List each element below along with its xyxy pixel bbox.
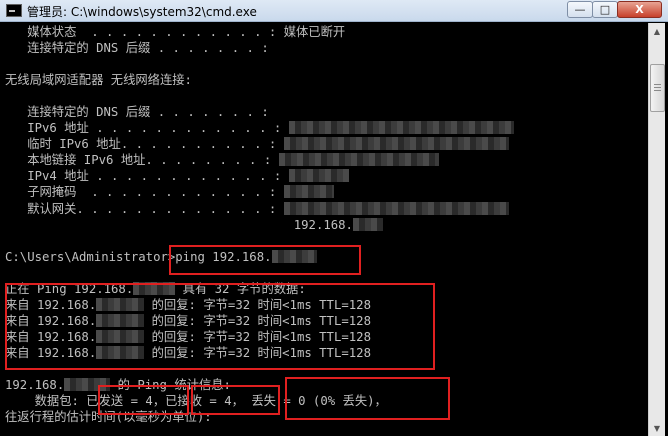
console-line: 192.168. — [5, 217, 645, 233]
console-line-text: 默认网关. . . . . . . . . . . . . : — [5, 201, 284, 216]
console-line-text: IPv4 地址 . . . . . . . . . . . . : — [5, 169, 289, 184]
console-output[interactable]: 媒体状态 . . . . . . . . . . . . : 媒体已断开 连接特… — [5, 24, 645, 436]
redacted-value — [352, 217, 383, 231]
window-title: 管理员: C:\windows\system32\cmd.exe — [27, 5, 257, 19]
redacted-value — [288, 169, 349, 183]
cmd-icon[interactable] — [6, 4, 22, 17]
scroll-up-icon[interactable]: ▲ — [649, 23, 665, 39]
console-line: 子网掩码 . . . . . . . . . . . . : — [5, 184, 645, 200]
scroll-thumb[interactable] — [650, 64, 665, 112]
scroll-down-icon[interactable]: ▼ — [649, 420, 665, 436]
highlight-packet-loss — [285, 377, 450, 420]
console-line-text: 本地链接 IPv6 地址. . . . . . . . : — [5, 153, 279, 168]
redacted-value — [283, 185, 334, 199]
console-line: 无线局域网适配器 无线网络连接: — [5, 72, 645, 88]
highlight-ping-replies — [5, 283, 435, 370]
console-line: 媒体状态 . . . . . . . . . . . . : 媒体已断开 — [5, 24, 645, 40]
console-line-text: 子网掩码 . . . . . . . . . . . . : — [5, 185, 284, 200]
title-bar[interactable]: 管理员: C:\windows\system32\cmd.exe — □ X — [0, 0, 668, 22]
vertical-scrollbar[interactable]: ▲ ▼ — [648, 23, 665, 436]
console-line-text: 连接特定的 DNS 后缀 . . . . . . . : — [5, 41, 269, 56]
maximize-button[interactable]: □ — [592, 1, 618, 18]
console-line-text: 192.168. — [5, 217, 353, 232]
console-line: IPv6 地址 . . . . . . . . . . . . : — [5, 120, 645, 136]
console-line-text: 媒体状态 . . . . . . . . . . . . : 媒体已断开 — [5, 25, 346, 39]
console-line: IPv4 地址 . . . . . . . . . . . . : — [5, 168, 645, 184]
redacted-value — [278, 153, 439, 167]
console-line: 连接特定的 DNS 后缀 . . . . . . . : — [5, 104, 645, 120]
console-line: 默认网关. . . . . . . . . . . . . : — [5, 201, 645, 217]
console-line-text: 连接特定的 DNS 后缀 . . . . . . . : — [5, 105, 269, 120]
redacted-value — [288, 121, 514, 135]
highlight-ping-command — [169, 245, 361, 275]
console-line: 连接特定的 DNS 后缀 . . . . . . . : — [5, 40, 645, 56]
console-line-text: 无线局域网适配器 无线网络连接: — [5, 73, 192, 88]
redacted-value — [283, 201, 509, 215]
close-button[interactable]: X — [617, 1, 662, 18]
console-line: 临时 IPv6 地址. . . . . . . . . . : — [5, 136, 645, 152]
console-line-text: 临时 IPv6 地址. . . . . . . . . . : — [5, 137, 284, 152]
minimize-button[interactable]: — — [567, 1, 593, 18]
console-line-text: IPv6 地址 . . . . . . . . . . . . : — [5, 121, 289, 136]
redacted-value — [283, 137, 509, 151]
console-line-text: 192.168. — [5, 378, 65, 393]
console-line: 本地链接 IPv6 地址. . . . . . . . : — [5, 152, 645, 168]
highlight-packets-sent — [98, 385, 189, 415]
cmd-window: 管理员: C:\windows\system32\cmd.exe — □ X 媒… — [0, 0, 668, 436]
highlight-packets-received — [191, 385, 280, 415]
